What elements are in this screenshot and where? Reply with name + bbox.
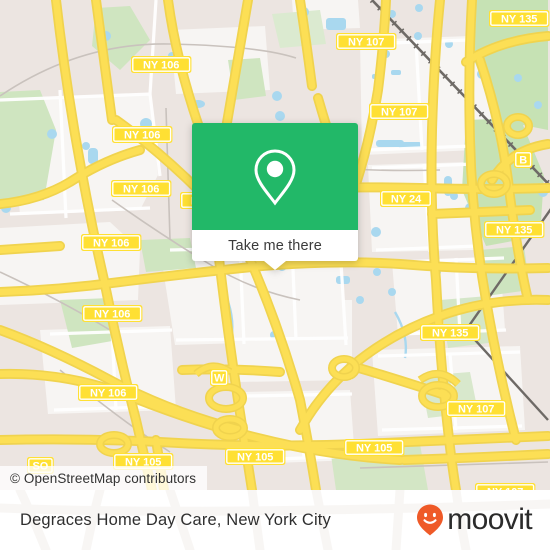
footer-bar: Degraces Home Day Care, New York City mo…: [0, 490, 550, 550]
route-shield: NY 135: [420, 324, 481, 341]
route-shield: NY 106: [112, 126, 173, 143]
route-shield-label: NY 24: [391, 194, 422, 206]
route-shield-label: NY 135: [496, 225, 533, 237]
route-shield-label: W: [214, 373, 225, 385]
route-shield-label: NY 107: [458, 404, 495, 416]
route-shield-label: NY 135: [432, 328, 469, 340]
route-shield: NY 24: [380, 190, 432, 207]
route-shield-label: NY 107: [348, 37, 385, 49]
moovit-logo[interactable]: moovit: [415, 503, 533, 537]
route-shield: NY 107: [336, 33, 397, 50]
route-shield: NY 106: [82, 305, 143, 322]
route-shield-label: NY 106: [94, 309, 131, 321]
route-shield-label: NY 106: [143, 60, 180, 72]
moovit-smiley-pin-icon: [417, 504, 444, 536]
route-shield: NY 107: [475, 483, 536, 490]
route-shield: B: [514, 151, 533, 168]
moovit-wordmark: moovit: [447, 503, 532, 536]
route-shield-label: B: [519, 155, 527, 167]
route-shield-label: NY 105: [356, 443, 393, 455]
take-me-there-callout[interactable]: Take me there: [192, 123, 358, 270]
route-shield: NY 107: [369, 103, 430, 120]
route-shield: W: [210, 369, 229, 386]
route-shield: NY 135: [489, 10, 550, 27]
route-shield-label: NY 105: [237, 452, 274, 464]
map-screenshot: NY 135 NY 107 NY 106 NY 107 NY 106 NY 106 NY 2…: [0, 0, 550, 550]
route-shield-label: NY 106: [124, 130, 161, 142]
map-pin-icon: [254, 148, 296, 206]
route-shield-label: NY 106: [93, 238, 130, 250]
callout-tail: [264, 261, 286, 270]
route-shield-label: NY 106: [123, 184, 160, 196]
route-shield-label: NY 107: [381, 107, 418, 119]
route-shield: NY 106: [78, 384, 139, 401]
route-shield: NY 105: [344, 439, 405, 456]
route-shield-label: NY 106: [90, 388, 127, 400]
map-attribution[interactable]: © OpenStreetMap contributors: [0, 466, 208, 490]
callout-icon-panel: [192, 123, 358, 230]
route-shield: NY 107: [446, 400, 507, 417]
route-shield-label: NY 135: [501, 14, 538, 26]
place-title: Degraces Home Day Care, New York City: [20, 510, 331, 529]
route-shield: NY 106: [111, 180, 172, 197]
take-me-there-button[interactable]: Take me there: [192, 230, 358, 261]
route-shield: NY 106: [81, 234, 142, 251]
take-me-there-label: Take me there: [228, 237, 322, 254]
route-shield: NY 135: [484, 221, 545, 238]
attribution-text: © OpenStreetMap contributors: [10, 470, 197, 486]
route-shield: NY 106: [131, 56, 192, 73]
route-shield: NY 105: [225, 448, 286, 465]
